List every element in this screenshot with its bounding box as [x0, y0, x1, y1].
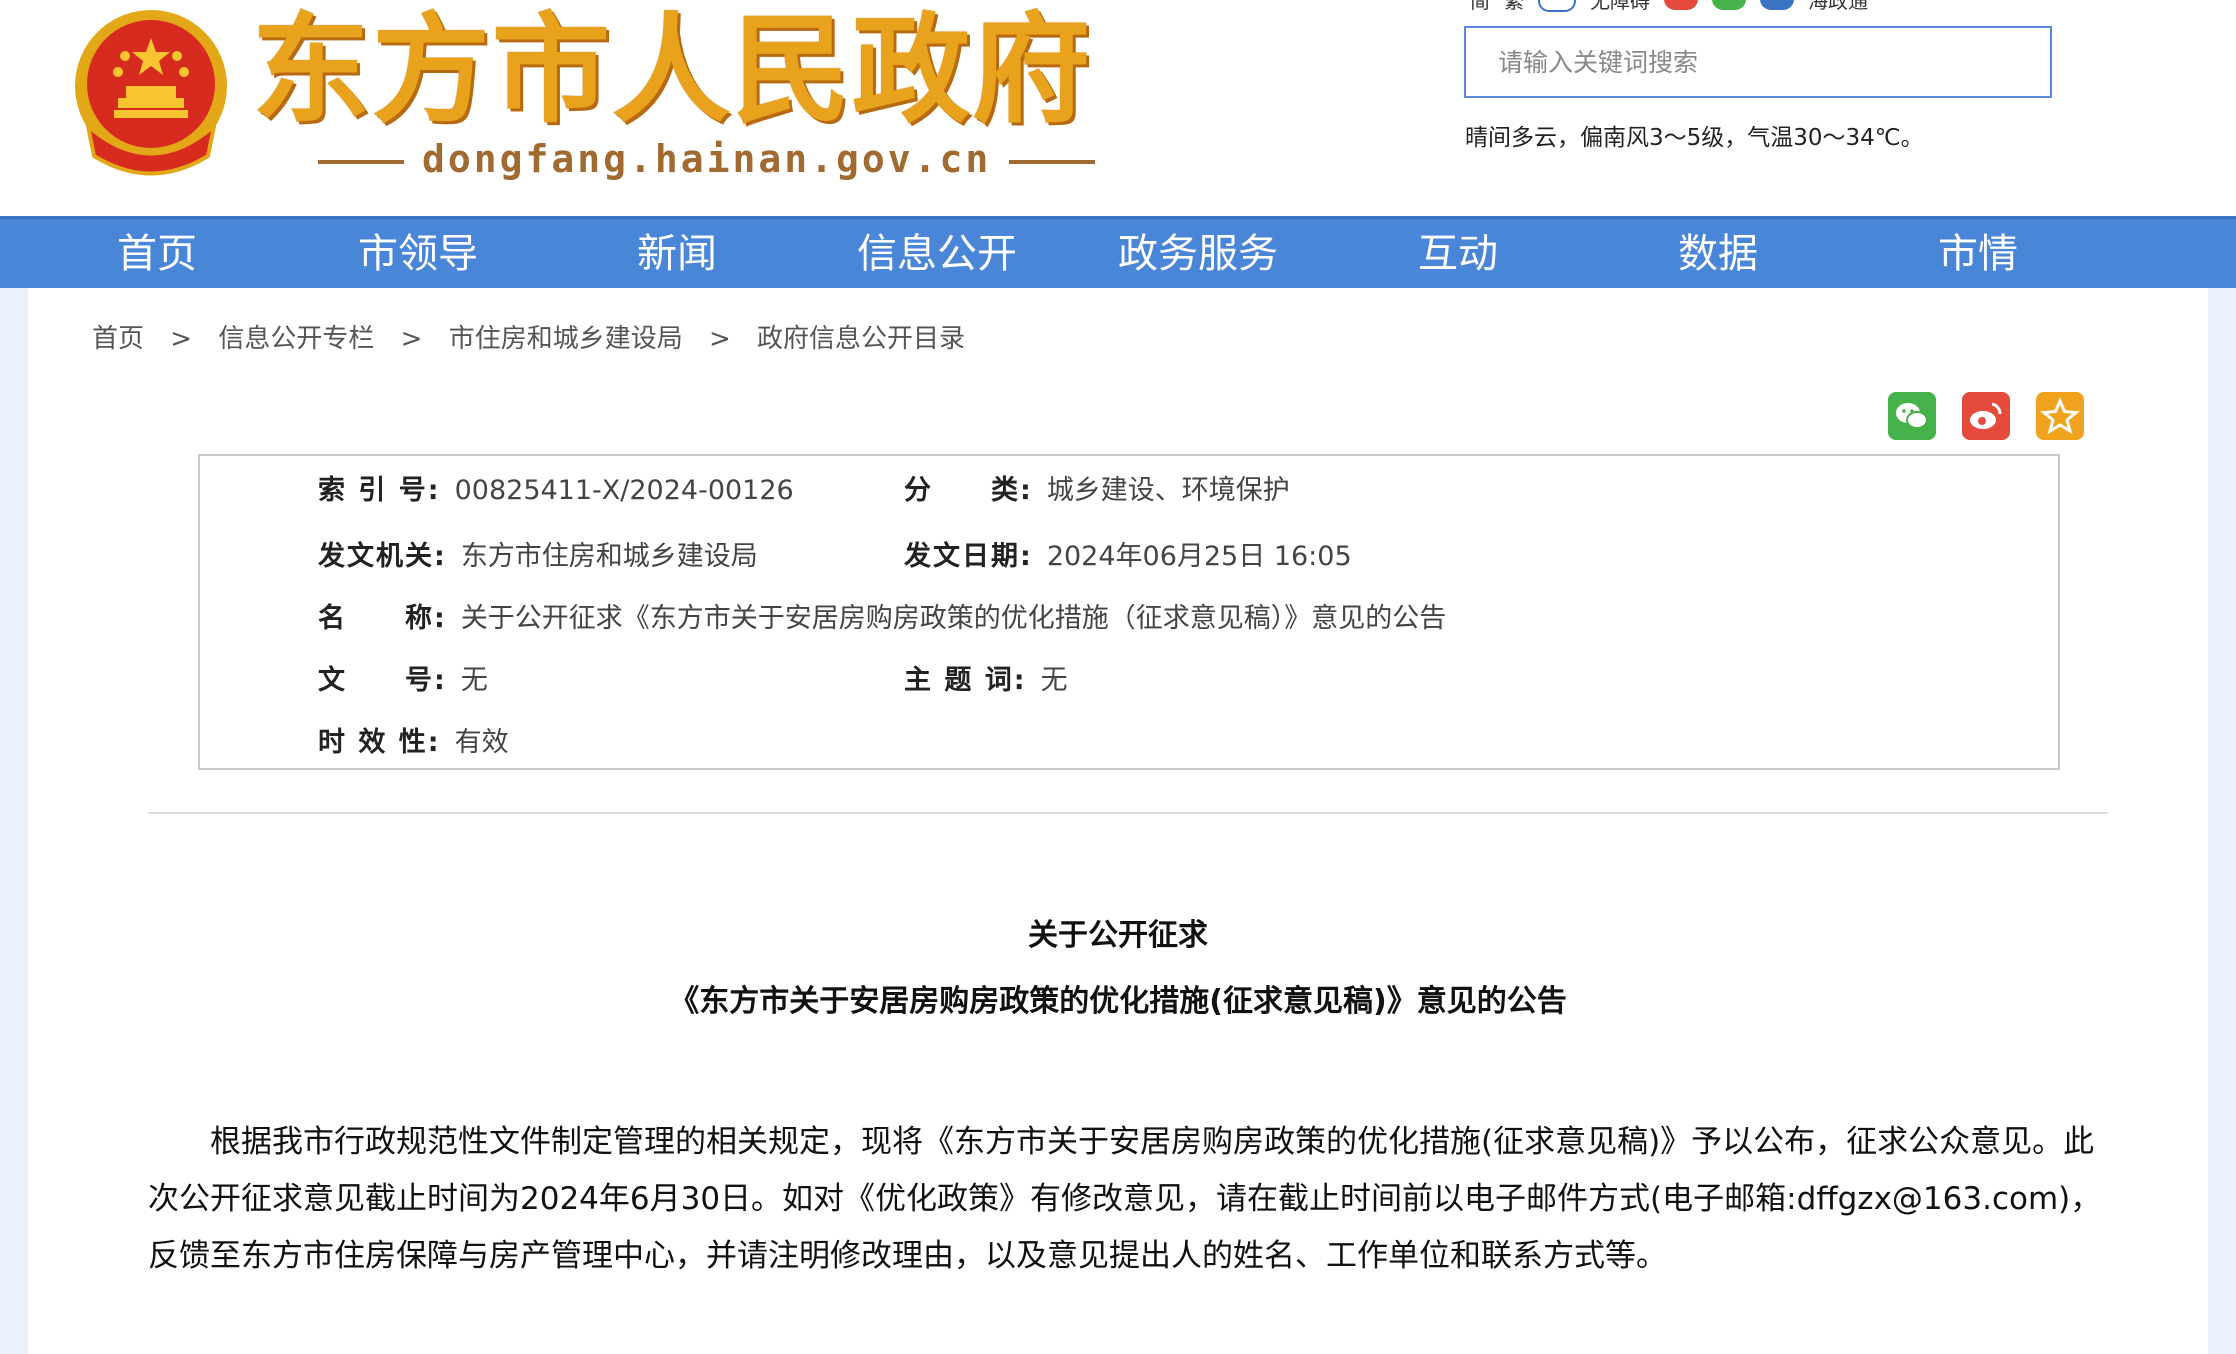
- meta-name: 名 称: 关于公开征求《东方市关于安居房购房政策的优化措施（征求意见稿）》意见的公…: [318, 596, 1446, 635]
- content-panel: 首页 > 信息公开专栏 > 市住房和城乡建设局 > 政府信息公开目录 索 引 号…: [28, 288, 2208, 1354]
- nav-item-info-disclosure[interactable]: 信息公开: [857, 219, 1017, 291]
- breadcrumb-housing-bureau[interactable]: 市住房和城乡建设局: [449, 318, 683, 355]
- meta-issuer-value: 东方市住房和城乡建设局: [460, 541, 758, 572]
- breadcrumb: 首页 > 信息公开专栏 > 市住房和城乡建设局 > 政府信息公开目录: [92, 318, 965, 355]
- wechat-icon[interactable]: [1712, 0, 1746, 10]
- breadcrumb-separator: >: [400, 324, 423, 354]
- meta-keywords-label: 主 题 词:: [904, 665, 1027, 696]
- document-body: 根据我市行政规范性文件制定管理的相关规定，现将《东方市关于安居房购房政策的优化措…: [148, 1124, 2102, 1274]
- meta-name-value: 关于公开征求《东方市关于安居房购房政策的优化措施（征求意见稿）》意见的公告: [460, 603, 1447, 634]
- breadcrumb-home[interactable]: 首页: [92, 318, 144, 355]
- breadcrumb-separator: >: [170, 324, 193, 354]
- breadcrumb-separator: >: [708, 324, 731, 354]
- meta-category-label: 分 类:: [904, 475, 1033, 506]
- weibo-icon[interactable]: [1664, 0, 1698, 10]
- content-divider: [148, 812, 2108, 814]
- nav-item-news[interactable]: 新闻: [637, 219, 717, 291]
- url-right-dash: [1009, 159, 1096, 164]
- nav-item-leaders[interactable]: 市领导: [358, 219, 478, 291]
- document-title-line2: 《东方市关于安居房购房政策的优化措施(征求意见稿)》意见的公告: [669, 984, 1567, 1019]
- top-link-traditional[interactable]: 繁: [1504, 0, 1524, 14]
- top-link-simplified[interactable]: 简: [1470, 0, 1490, 14]
- nav-item-data[interactable]: 数据: [1678, 219, 1758, 291]
- search-input[interactable]: [1464, 26, 2052, 98]
- meta-index-no-value: 00825411-X/2024-00126: [454, 475, 794, 506]
- weibo-icon[interactable]: [1962, 392, 2010, 440]
- meta-date-label: 发文日期:: [904, 541, 1033, 572]
- nav-item-government-services[interactable]: 政务服务: [1118, 219, 1278, 291]
- meta-keywords-value: 无: [1040, 665, 1068, 696]
- meta-category: 分 类: 城乡建设、环境保护: [904, 468, 1290, 507]
- meta-validity-label: 时 效 性:: [318, 727, 441, 758]
- accessibility-icon[interactable]: [1538, 0, 1576, 12]
- meta-date-value: 2024年06月25日 16:05: [1046, 541, 1352, 572]
- breadcrumb-catalog[interactable]: 政府信息公开目录: [757, 318, 965, 355]
- meta-category-value: 城乡建设、环境保护: [1046, 475, 1290, 506]
- site-url: dongfang.hainan.gov.cn: [300, 134, 1113, 184]
- nav-item-home[interactable]: 首页: [117, 219, 197, 291]
- meta-doc-no-label: 文 号:: [318, 665, 447, 696]
- top-link-accessibility[interactable]: 无障碍: [1590, 0, 1650, 14]
- meta-date: 发文日期: 2024年06月25日 16:05: [904, 534, 1352, 573]
- meta-index-no: 索 引 号: 00825411-X/2024-00126: [318, 468, 794, 507]
- favorite-icon[interactable]: [2036, 392, 2084, 440]
- url-left-dash: [318, 159, 404, 164]
- meta-name-label: 名 称:: [318, 603, 447, 634]
- document-metadata-box: 索 引 号: 00825411-X/2024-00126 分 类: 城乡建设、环境保…: [198, 454, 2060, 770]
- national-emblem-icon[interactable]: [70, 6, 232, 176]
- haizhengtong-icon[interactable]: [1760, 0, 1794, 10]
- meta-keywords: 主 题 词: 无: [904, 658, 1068, 697]
- site-header: 东方市人民政府 dongfang.hainan.gov.cn 简 繁 无障碍 海…: [0, 0, 2236, 216]
- top-links: 简 繁 无障碍 海政通: [1470, 0, 1868, 14]
- site-title[interactable]: 东方市人民政府: [252, 0, 1092, 140]
- site-url-text: dongfang.hainan.gov.cn: [422, 137, 992, 181]
- meta-index-no-label: 索 引 号:: [318, 475, 441, 506]
- top-link-haizhengtong[interactable]: 海政通: [1808, 0, 1868, 14]
- document-title-line1: 关于公开征求: [1028, 918, 1208, 953]
- breadcrumb-info-column[interactable]: 信息公开专栏: [218, 318, 374, 355]
- meta-issuer: 发文机关: 东方市住房和城乡建设局: [318, 534, 758, 573]
- meta-doc-no-value: 无: [460, 665, 488, 696]
- weather-info: 晴间多云，偏南风3～5级，气温30～34℃。: [1465, 125, 1924, 151]
- meta-validity: 时 效 性: 有效: [318, 720, 509, 759]
- meta-doc-no: 文 号: 无: [318, 658, 488, 697]
- main-nav: 首页 市领导 新闻 信息公开 政务服务 互动 数据 市情: [0, 216, 2236, 288]
- nav-item-interaction[interactable]: 互动: [1418, 219, 1498, 291]
- meta-validity-value: 有效: [454, 727, 509, 758]
- nav-item-city-overview[interactable]: 市情: [1938, 219, 2018, 291]
- meta-issuer-label: 发文机关:: [318, 541, 447, 572]
- wechat-icon[interactable]: [1888, 392, 1936, 440]
